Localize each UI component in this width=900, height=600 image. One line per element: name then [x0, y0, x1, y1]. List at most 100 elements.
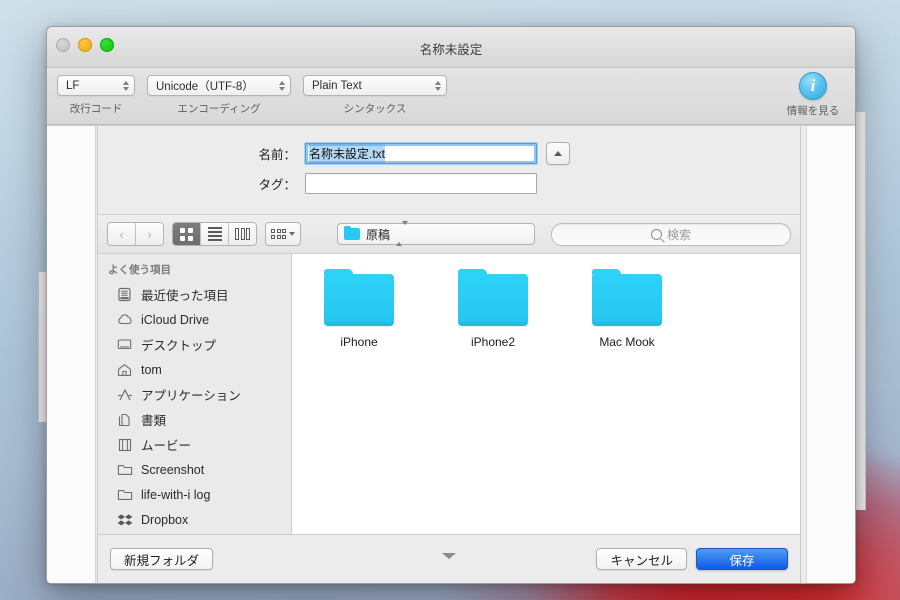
chevron-right-icon: ›: [147, 226, 152, 242]
document-backdrop-left: [47, 126, 96, 583]
expand-dialog-button[interactable]: [546, 142, 570, 165]
sidebar-item-applications[interactable]: アプリケーション: [98, 382, 291, 407]
view-mode-group: [172, 222, 257, 246]
sidebar-item-documents[interactable]: 書類: [98, 407, 291, 432]
desktop-icon: [116, 337, 133, 353]
dropbox-icon: [116, 512, 133, 528]
syntax-value: Plain Text: [312, 79, 362, 92]
line-endings-label: 改行コード: [69, 103, 123, 115]
chevron-down-icon: [289, 232, 295, 236]
tag-label: タグ：: [258, 178, 296, 192]
column-view-button[interactable]: [229, 223, 256, 245]
sidebar-item-movies[interactable]: ムービー: [98, 432, 291, 457]
encoding-group: Unicode（UTF-8） エンコーディング: [147, 75, 291, 116]
sidebar-item-recents[interactable]: 最近使った項目: [98, 282, 291, 307]
editor-toolbar: LF 改行コード Unicode（UTF-8） エンコーディング Plain T…: [47, 68, 855, 125]
arrange-grid-icon: [271, 229, 286, 239]
desktop: 名称未設定 LF 改行コード Unicode（UTF-8） エンコーディング P…: [0, 0, 900, 600]
info-button-label: 情報を見る: [786, 105, 840, 117]
sidebar-item-label: ムービー: [141, 439, 192, 453]
name-label: 名前：: [258, 148, 296, 162]
arrange-button[interactable]: [265, 222, 301, 246]
file-name: iPhone: [340, 335, 378, 349]
chevron-down-icon[interactable]: [442, 553, 456, 559]
file-browser: よく使う項目 最近使った項目 iCloud Drive デスクトップ tom ア…: [98, 253, 800, 534]
save-sheet-footer: 新規フォルダ キャンセル 保存: [98, 534, 800, 583]
cancel-button[interactable]: キャンセル: [596, 548, 687, 570]
filename-input[interactable]: 名称未設定.txt: [305, 143, 537, 164]
sidebar-item-dropbox[interactable]: Dropbox: [98, 507, 291, 532]
name-row: 名前： 名称未設定.txt: [98, 142, 800, 165]
file-name: Mac Mook: [599, 335, 655, 349]
search-icon: [650, 228, 662, 240]
search-input[interactable]: 検索: [551, 222, 791, 246]
stepper-icon: [396, 221, 409, 246]
home-icon: [116, 362, 133, 378]
syntax-label: シンタックス: [343, 103, 407, 115]
encoding-value: Unicode（UTF-8）: [156, 80, 254, 93]
info-icon: i: [799, 72, 827, 100]
sidebar-item-label: 書類: [141, 414, 167, 428]
save-button[interactable]: 保存: [696, 548, 788, 570]
save-fields: 名前： 名称未設定.txt タグ：: [98, 126, 800, 214]
tag-row: タグ：: [98, 173, 800, 194]
back-button[interactable]: ‹: [108, 223, 136, 245]
encoding-popup[interactable]: Unicode（UTF-8）: [147, 75, 291, 96]
syntax-popup[interactable]: Plain Text: [303, 75, 447, 96]
encoding-label: エンコーディング: [177, 103, 261, 115]
file-item[interactable]: Mac Mook: [560, 268, 694, 349]
movies-icon: [116, 437, 133, 453]
folder-icon: [324, 269, 394, 326]
sidebar: よく使う項目 最近使った項目 iCloud Drive デスクトップ tom ア…: [98, 254, 292, 534]
line-endings-popup[interactable]: LF: [57, 75, 135, 96]
sidebar-item-desktop[interactable]: デスクトップ: [98, 332, 291, 357]
applications-icon: [116, 387, 133, 403]
sidebar-item-life-with-i-log[interactable]: life-with-i log: [98, 482, 291, 507]
page-title: 名称未設定: [419, 43, 483, 57]
save-sheet-content: 名前： 名称未設定.txt タグ： ‹ › 原稿 検索 よく使う項目 最近使った…: [97, 126, 801, 583]
filename-value: 名称未設定.txt: [309, 144, 386, 163]
browser-navbar: ‹ › 原稿 検索: [98, 214, 800, 253]
sidebar-item-label: デスクトップ: [141, 339, 217, 353]
file-item[interactable]: iPhone2: [426, 268, 560, 349]
stepper-icon: [435, 80, 441, 91]
info-button[interactable]: i 情報を見る: [785, 72, 841, 118]
chevron-up-icon: [554, 151, 562, 156]
location-name: 原稿: [366, 227, 391, 242]
sidebar-item-label: life-with-i log: [141, 487, 211, 502]
cloud-icon: [116, 312, 133, 328]
sidebar-item-label: iCloud Drive: [141, 312, 210, 327]
sidebar-item-label: アプリケーション: [141, 389, 241, 403]
line-endings-group: LF 改行コード: [57, 75, 135, 116]
folder-icon: [116, 462, 133, 478]
sidebar-item-label: 最近使った項目: [141, 289, 229, 303]
tag-input[interactable]: [305, 173, 537, 194]
sidebar-item-label: Dropbox: [141, 512, 189, 527]
stepper-icon: [123, 80, 129, 91]
chevron-left-icon: ‹: [119, 226, 124, 242]
location-popup[interactable]: 原稿: [337, 221, 535, 246]
sidebar-item-label: tom: [141, 362, 162, 377]
document-backdrop-right: [806, 126, 855, 583]
folder-icon: [592, 269, 662, 326]
save-sheet: 名前： 名称未設定.txt タグ： ‹ › 原稿 検索 よく使う項目 最近使った…: [47, 125, 855, 583]
stepper-icon: [279, 80, 285, 91]
new-folder-button[interactable]: 新規フォルダ: [110, 548, 214, 570]
window-titlebar[interactable]: 名称未設定: [47, 27, 855, 68]
forward-button[interactable]: ›: [136, 223, 163, 245]
list-view-button[interactable]: [201, 223, 229, 245]
sidebar-item-label: Screenshot: [141, 462, 205, 477]
file-list[interactable]: iPhone iPhone2 Mac Mook: [292, 254, 800, 534]
file-name: iPhone2: [470, 335, 516, 349]
icon-view-button[interactable]: [173, 223, 201, 245]
syntax-group: Plain Text シンタックス: [303, 75, 447, 116]
recents-icon: [116, 287, 133, 303]
sidebar-item-icloud-drive[interactable]: iCloud Drive: [98, 307, 291, 332]
sidebar-item-screenshot[interactable]: Screenshot: [98, 457, 291, 482]
sidebar-item-home[interactable]: tom: [98, 357, 291, 382]
folder-icon: [116, 487, 133, 503]
sidebar-section-header: よく使う項目: [108, 264, 171, 276]
file-item[interactable]: iPhone: [292, 268, 426, 349]
folder-icon: [458, 269, 528, 326]
editor-window: 名称未設定 LF 改行コード Unicode（UTF-8） エンコーディング P…: [46, 26, 856, 584]
